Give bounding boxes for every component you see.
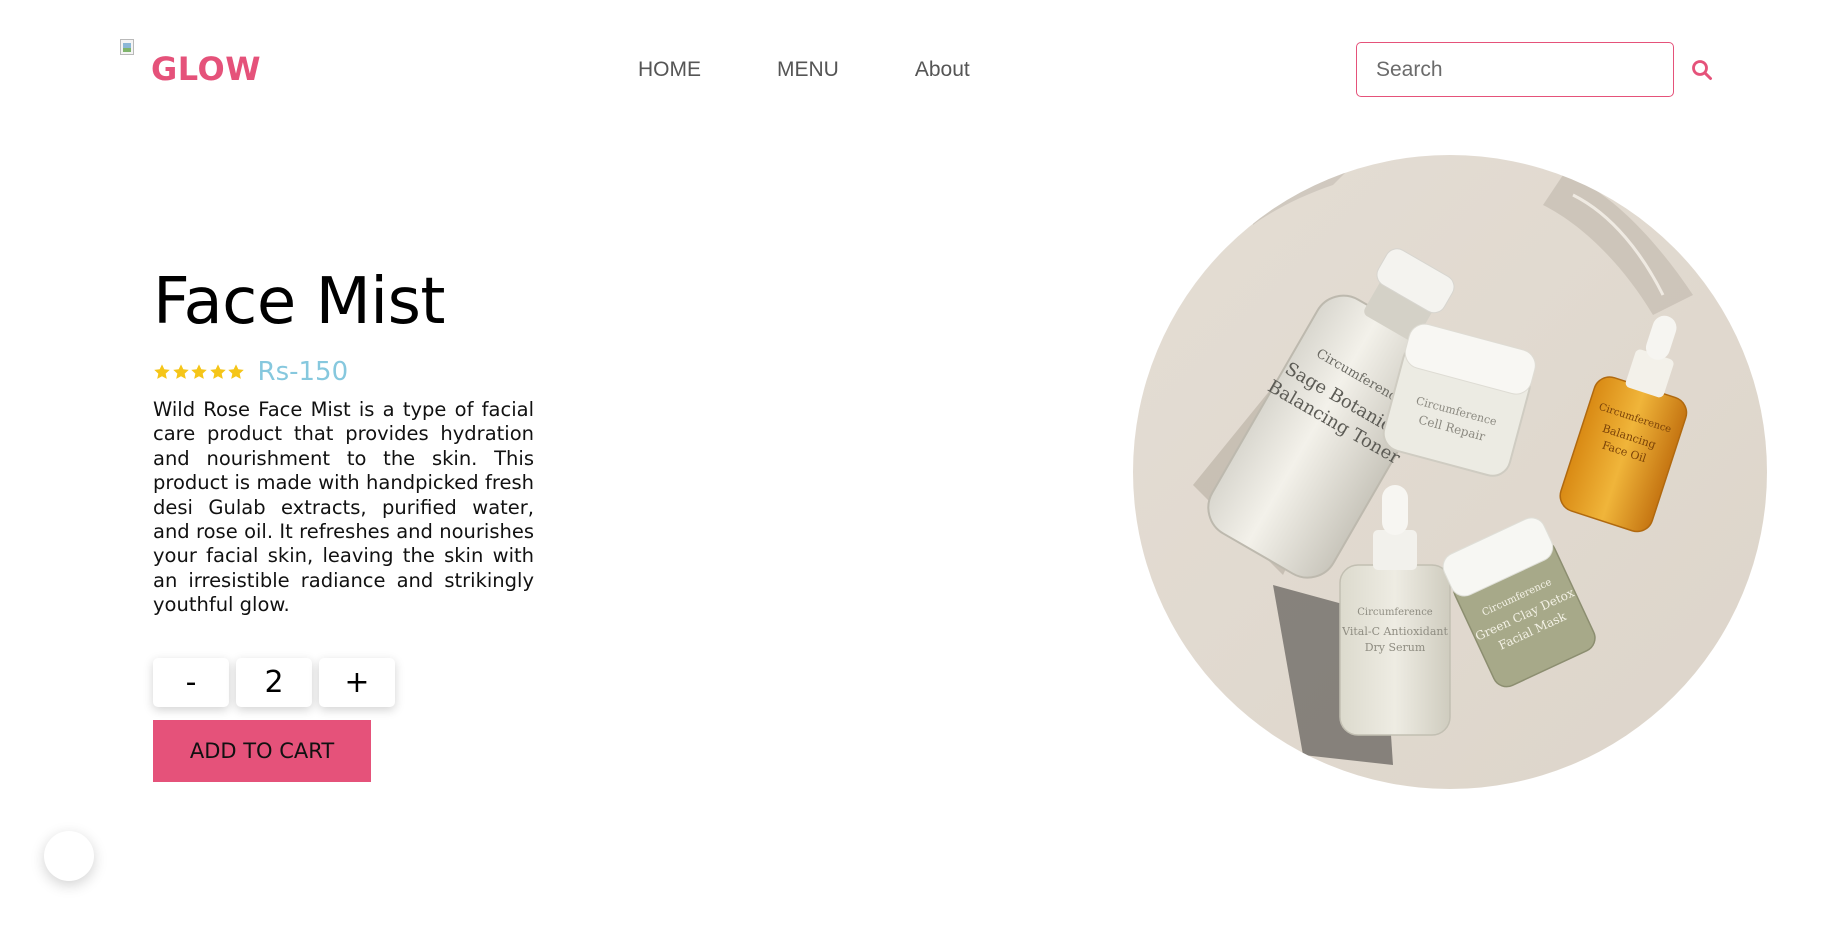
nav-item-home[interactable]: HOME [638, 58, 701, 82]
site-header: GLOW HOME MENU About [0, 0, 1829, 140]
search-icon[interactable] [1690, 58, 1714, 82]
star-rating [153, 363, 246, 381]
broken-image-icon [119, 38, 140, 59]
floating-action-button[interactable] [44, 831, 94, 881]
serum-label-brand: Circumference [1357, 607, 1433, 618]
star-icon [172, 364, 189, 379]
add-to-cart-button[interactable]: ADD TO CART [153, 720, 371, 782]
decrement-button[interactable]: - [153, 658, 229, 707]
product-description: Wild Rose Face Mist is a type of facial … [153, 398, 534, 617]
serum-label-line2: Dry Serum [1365, 641, 1426, 654]
increment-button[interactable]: + [319, 658, 395, 707]
product-info: Face Mist Rs-150 Wild Rose Face Mist is … [153, 270, 534, 618]
product-photo: Circumference Sage Botanical Balancing T… [1133, 155, 1767, 789]
main-nav: HOME MENU About [638, 58, 970, 82]
brand-logo[interactable]: GLOW [119, 36, 261, 88]
serum-label-line1: Vital-C Antioxidant [1341, 625, 1448, 638]
star-icon [191, 364, 207, 379]
quantity-stepper: - 2 + [153, 658, 402, 707]
brand-name[interactable]: GLOW [151, 50, 261, 88]
search-box [1356, 42, 1674, 97]
star-icon [154, 364, 170, 379]
star-icon [228, 364, 244, 379]
product-price: Rs-150 [257, 357, 349, 387]
star-icon [209, 364, 226, 379]
nav-item-about[interactable]: About [915, 58, 970, 82]
quantity-value: 2 [236, 658, 312, 707]
rating-row: Rs-150 [153, 354, 534, 390]
product-title: Face Mist [153, 265, 446, 339]
product-hero-image: Circumference Sage Botanical Balancing T… [1133, 155, 1767, 789]
search-input[interactable] [1357, 43, 1673, 96]
nav-item-menu[interactable]: MENU [777, 58, 839, 82]
